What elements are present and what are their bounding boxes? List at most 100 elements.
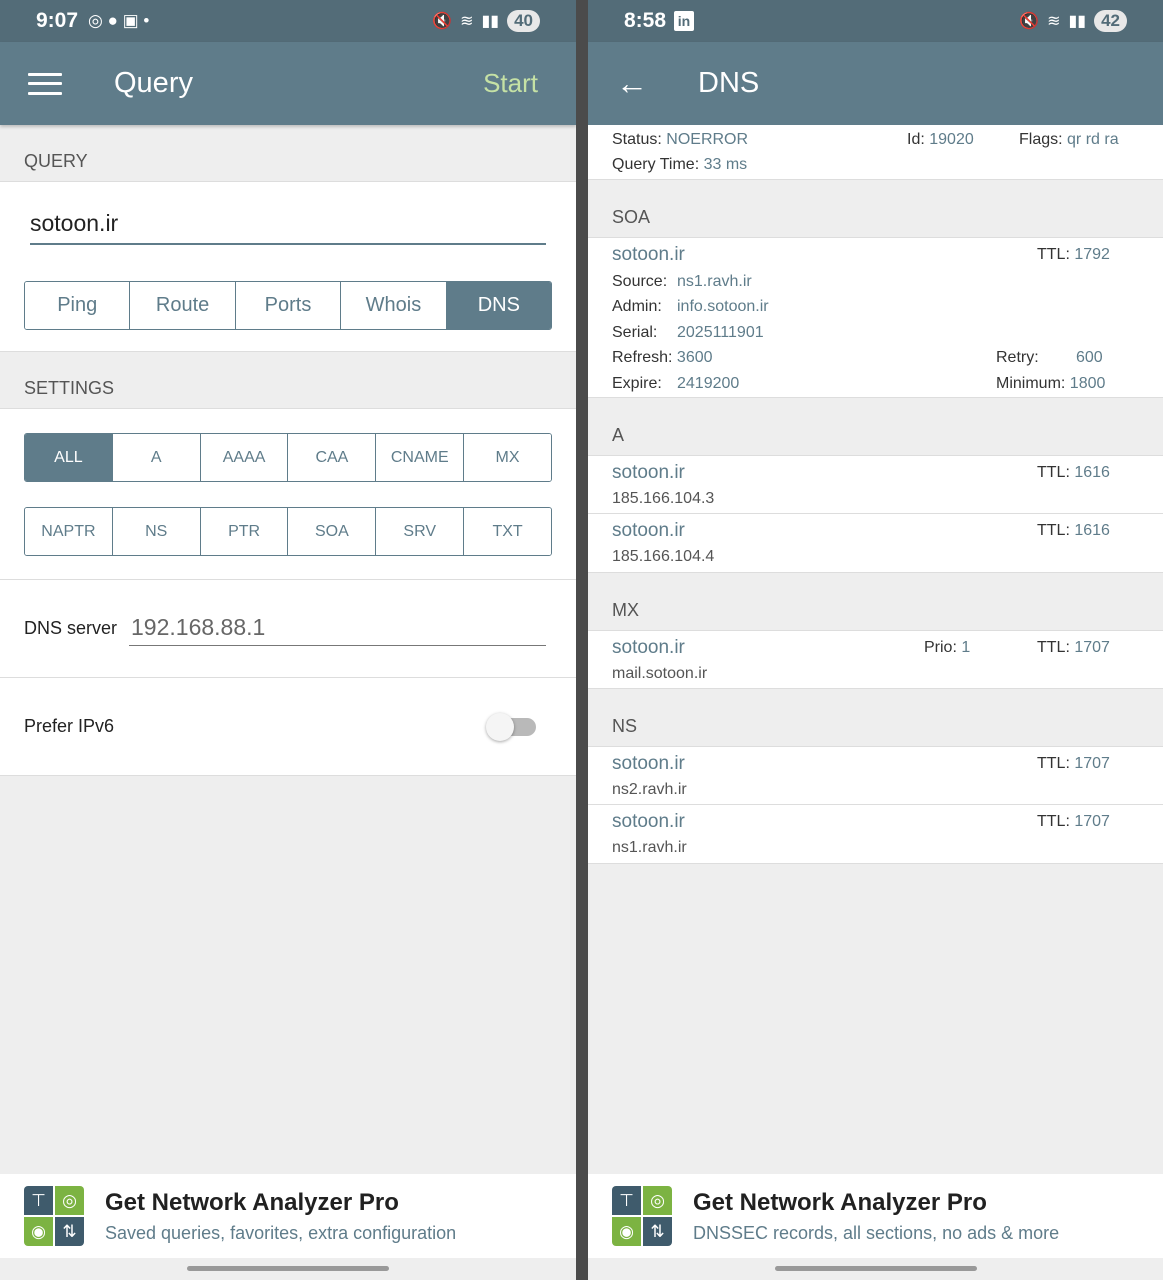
tool-tab-ping[interactable]: Ping [25,282,131,329]
ns-record[interactable]: sotoon.ir TTL: 1707 ns2.ravh.ir [588,746,1163,805]
status-label: Status: [612,131,662,148]
system-icons: 🔇 ≋ ▮▮ 40 [432,0,540,42]
soa-section-label: SOA [612,207,651,227]
query-time-value: 33 ms [703,156,748,173]
promo-subtitle: Saved queries, favorites, extra configur… [105,1222,457,1243]
query-input[interactable]: sotoon.ir [30,182,546,245]
battery-badge: 40 [507,10,540,32]
signal-icon: ▮▮ [1068,13,1087,30]
record-value: ns2.ravh.ir [612,781,687,798]
prefer-ipv6-card: Prefer IPv6 [0,678,576,776]
query-section-label: QUERY [24,151,88,171]
wifi-icon: ≋ [1047,13,1061,30]
promo-title: Get Network Analyzer Pro [105,1188,399,1216]
id-label: Id: [907,131,925,148]
prefer-ipv6-label: Prefer IPv6 [24,716,115,736]
mx-record[interactable]: sotoon.ir Prio: 1 TTL: 1707 mail.sotoon.… [588,630,1163,689]
record-type-mx[interactable]: MX [464,434,551,481]
record-type-caa[interactable]: CAA [288,434,377,481]
ttl-value: 1792 [1074,246,1110,263]
mute-icon: 🔇 [432,13,453,30]
dns-server-label: DNS server [24,618,118,638]
record-type-txt[interactable]: TXT [464,508,551,555]
record-type-aaaa[interactable]: AAAA [200,434,289,481]
serial-label: Serial: [612,324,658,341]
ttl-label: TTL: [1037,813,1070,830]
tool-tab-dns[interactable]: DNS [446,282,551,329]
ttl-value: 1707 [1074,639,1110,656]
record-value: mail.sotoon.ir [612,665,708,682]
status-value: NOERROR [666,131,749,148]
status-bar: 9:07 ◎ ● ▣ • 🔇 ≋ ▮▮ 40 [0,0,576,42]
record-name: sotoon.ir [612,753,685,774]
pro-promo-banner[interactable]: ⊤ ◎ ◉ ⇅ Get Network Analyzer Pro DNSSEC rec… [588,1174,1163,1258]
gesture-bar [0,1258,576,1280]
ttl-value: 1616 [1074,464,1110,481]
dns-server-input[interactable]: 192.168.88.1 [129,612,546,646]
soa-record[interactable]: sotoon.ir TTL: 1792 Source: ns1.ravh.ir … [588,237,1163,398]
serial-value: 2025111901 [677,324,764,341]
record-type-soa[interactable]: SOA [288,508,377,555]
network-analyzer-logo-icon: ⊤ ◎ ◉ ⇅ [24,1186,84,1246]
record-name: sotoon.ir [612,520,685,541]
record-type-ptr[interactable]: PTR [200,508,289,555]
linkedin-icon: in [674,11,695,31]
tool-tab-ports[interactable]: Ports [235,282,342,329]
dns-server-card: DNS server 192.168.88.1 [0,580,576,678]
retry-label: Retry: [996,349,1039,366]
status-bar: 8:58 in 🔇 ≋ ▮▮ 42 [588,0,1163,42]
record-name: sotoon.ir [612,462,685,483]
record-name: sotoon.ir [612,244,685,265]
admin-label: Admin: [612,298,662,315]
refresh-value: 3600 [676,349,713,366]
record-type-srv[interactable]: SRV [376,508,465,555]
dns-results-screen: 8:58 in 🔇 ≋ ▮▮ 42 ← DNS Status: NOERROR … [588,0,1163,1280]
record-type-row-1: ALL A AAAA CAA CNAME MX [24,433,552,482]
ttl-label: TTL: [1037,522,1070,539]
ttl-label: TTL: [1037,755,1070,772]
page-title: DNS [698,67,760,99]
source-label: Source: [612,273,668,290]
notification-icons: ◎ ● ▣ • [88,11,150,30]
tool-tab-route[interactable]: Route [130,282,236,329]
refresh-label: Refresh: [612,349,673,366]
query-screen: 9:07 ◎ ● ▣ • 🔇 ≋ ▮▮ 40 Query Start QUERY… [0,0,576,1280]
ns-section-label: NS [612,716,638,736]
home-pill[interactable] [774,1266,977,1271]
ttl-label: TTL: [1037,464,1070,481]
wifi-icon: ≋ [460,13,474,30]
prefer-ipv6-toggle[interactable] [486,712,536,741]
toggle-knob [486,712,514,741]
start-button[interactable]: Start [483,68,538,99]
record-type-all[interactable]: ALL [25,434,113,481]
record-name: sotoon.ir [612,637,685,658]
prio-label: Prio: [924,639,957,656]
home-pill[interactable] [187,1266,389,1271]
admin-value: info.sotoon.ir [677,298,769,315]
a-record[interactable]: sotoon.ir TTL: 1616 185.166.104.4 [588,514,1163,573]
record-value: 185.166.104.3 [612,490,715,507]
query-card: sotoon.ir Ping Route Ports Whois DNS [0,181,576,352]
record-type-a[interactable]: A [112,434,201,481]
ns-record[interactable]: sotoon.ir TTL: 1707 ns1.ravh.ir [588,805,1163,864]
record-type-cname[interactable]: CNAME [376,434,465,481]
signal-icon: ▮▮ [481,13,500,30]
record-type-ns[interactable]: NS [112,508,201,555]
record-type-naptr[interactable]: NAPTR [25,508,113,555]
tool-tab-whois[interactable]: Whois [341,282,447,329]
minimum-value: 1800 [1069,375,1106,392]
ttl-label: TTL: [1037,639,1070,656]
flags-value: qr rd ra [1067,131,1119,148]
a-record[interactable]: sotoon.ir TTL: 1616 185.166.104.3 [588,455,1163,514]
menu-icon[interactable] [28,72,62,95]
back-arrow-icon[interactable]: ← [616,65,648,102]
network-analyzer-logo-icon: ⊤ ◎ ◉ ⇅ [612,1186,672,1246]
ttl-value: 1707 [1074,813,1110,830]
status-time: 9:07 [36,9,79,32]
pro-promo-banner[interactable]: ⊤ ◎ ◉ ⇅ Get Network Analyzer Pro Saved quer… [0,1174,576,1258]
expire-label: Expire: [612,375,662,392]
page-title: Query [114,67,193,99]
record-name: sotoon.ir [612,811,685,832]
ttl-label: TTL: [1037,246,1070,263]
flags-label: Flags: [1019,131,1063,148]
